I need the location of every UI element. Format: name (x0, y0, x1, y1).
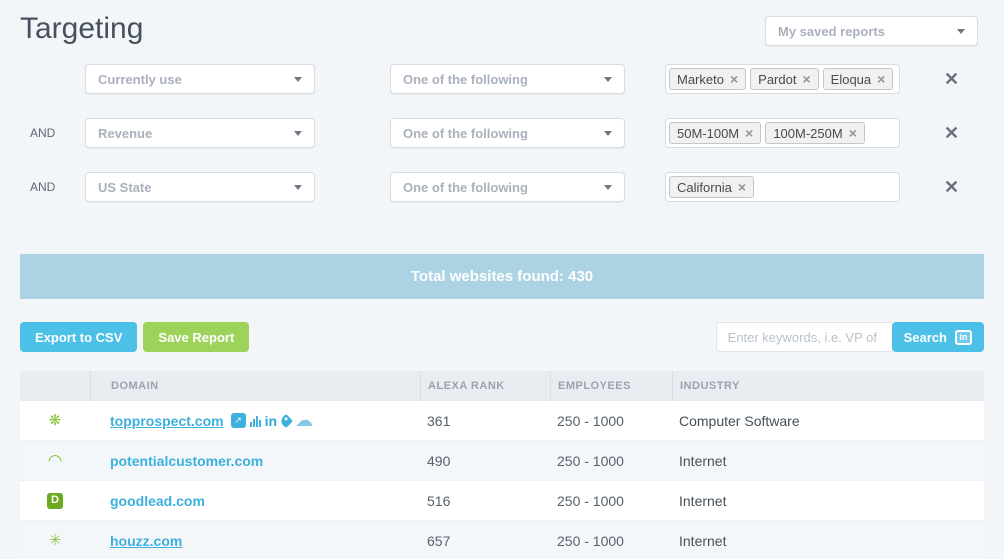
alexa-rank-cell: 516 (420, 493, 550, 509)
employees-cell: 250 - 1000 (550, 533, 672, 549)
filter-operator-dropdown[interactable]: One of the following (390, 64, 625, 94)
saved-reports-label: My saved reports (778, 24, 885, 39)
save-report-button[interactable]: Save Report (143, 322, 249, 352)
domain-link[interactable]: potentialcustomer.com (110, 453, 263, 469)
filter-operator-dropdown[interactable]: One of the following (390, 172, 625, 202)
chevron-down-icon (604, 131, 612, 136)
chevron-down-icon (604, 77, 612, 82)
remove-tag-icon[interactable]: × (730, 72, 738, 86)
industry-column-header: INDUSTRY (672, 371, 984, 401)
domain-link[interactable]: houzz.com (110, 533, 182, 549)
employees-column-header: EMPLOYEES (550, 371, 672, 401)
tag-label: Marketo (677, 72, 724, 87)
filter-tag: Pardot × (750, 68, 819, 90)
industry-cell: Computer Software (672, 413, 984, 429)
employees-cell: 250 - 1000 (550, 453, 672, 469)
salesforce-cloud-icon[interactable]: ☁ (295, 410, 313, 431)
filter-values-input[interactable]: 50M-100M × 100M-250M × (665, 118, 900, 148)
site-favicon: ✳ (46, 532, 64, 550)
filter-values-input[interactable]: California × (665, 172, 900, 202)
filter-field-dropdown[interactable]: Revenue (85, 118, 315, 148)
table-row: ✳ houzz.com 657 250 - 1000 Internet (20, 521, 984, 559)
table-row: D goodlead.com 516 250 - 1000 Internet (20, 481, 984, 521)
targeting-page: Targeting My saved reports Currently use… (0, 0, 1004, 559)
table-header: DOMAIN ALEXA RANK EMPLOYEES INDUSTRY (20, 371, 984, 401)
domain-link[interactable]: goodlead.com (110, 493, 205, 509)
chevron-down-icon (294, 185, 302, 190)
domain-column-header: DOMAIN (90, 371, 420, 401)
favicon-column-header (20, 371, 90, 401)
alexa-rank-column-header: ALEXA RANK (420, 371, 550, 401)
chevron-down-icon (604, 185, 612, 190)
and-label: AND (0, 126, 85, 140)
chevron-down-icon (294, 77, 302, 82)
linkedin-icon: in (955, 330, 972, 345)
filter-field-dropdown[interactable]: Currently use (85, 64, 315, 94)
filter-values-input[interactable]: Marketo × Pardot × Eloqua × (665, 64, 900, 94)
tag-label: 100M-250M (773, 126, 842, 141)
page-title: Targeting (20, 12, 143, 46)
saved-reports-dropdown[interactable]: My saved reports (765, 16, 978, 46)
alexa-rank-cell: 657 (420, 533, 550, 549)
filter-field-label: Currently use (98, 72, 182, 87)
employees-cell: 250 - 1000 (550, 413, 672, 429)
tag-icon[interactable] (279, 413, 293, 427)
remove-tag-icon[interactable]: × (738, 180, 746, 194)
site-quick-links: ↗ in ☁ (231, 410, 313, 431)
actions-bar: Export to CSV Save Report Search in (20, 322, 984, 352)
domain-link[interactable]: topprospect.com (110, 413, 224, 429)
external-link-icon[interactable]: ↗ (231, 413, 246, 428)
alexa-rank-cell: 361 (420, 413, 550, 429)
tag-label: 50M-100M (677, 126, 739, 141)
export-csv-button[interactable]: Export to CSV (20, 322, 137, 352)
bar-chart-icon[interactable] (250, 415, 261, 427)
filter-tag: 50M-100M × (669, 122, 761, 144)
remove-filter-row-button[interactable]: ✕ (944, 124, 959, 142)
linkedin-icon[interactable]: in (265, 413, 277, 429)
site-favicon: D (47, 493, 63, 509)
employees-cell: 250 - 1000 (550, 493, 672, 509)
results-table: DOMAIN ALEXA RANK EMPLOYEES INDUSTRY ❋ t… (20, 371, 984, 559)
remove-filter-row-button[interactable]: ✕ (944, 178, 959, 196)
remove-filter-row-button[interactable]: ✕ (944, 70, 959, 88)
filter-operator-dropdown[interactable]: One of the following (390, 118, 625, 148)
table-row: ❋ topprospect.com ↗ in ☁ 361 250 - 1000 … (20, 401, 984, 441)
top-bar: Targeting My saved reports (0, 0, 1004, 46)
search-button-label: Search (904, 330, 947, 345)
remove-tag-icon[interactable]: × (802, 72, 810, 86)
industry-cell: Internet (672, 493, 984, 509)
filter-builder: Currently use One of the following Marke… (0, 64, 1004, 202)
search-button[interactable]: Search in (892, 322, 984, 352)
remove-tag-icon[interactable]: × (745, 126, 753, 140)
filter-tag: Eloqua × (823, 68, 894, 90)
chevron-down-icon (957, 29, 965, 34)
filter-row-2: AND Revenue One of the following 50M-100… (0, 118, 1004, 148)
table-row: ◠ potentialcustomer.com 490 250 - 1000 I… (20, 441, 984, 481)
filter-field-dropdown[interactable]: US State (85, 172, 315, 202)
remove-tag-icon[interactable]: × (849, 126, 857, 140)
tag-label: California (677, 180, 732, 195)
filter-operator-label: One of the following (403, 180, 528, 195)
filter-tag: California × (669, 176, 754, 198)
alexa-rank-cell: 490 (420, 453, 550, 469)
site-favicon: ❋ (46, 412, 64, 430)
tag-label: Eloqua (831, 72, 871, 87)
remove-tag-icon[interactable]: × (877, 72, 885, 86)
industry-cell: Internet (672, 453, 984, 469)
keyword-search-input[interactable] (716, 322, 892, 352)
filter-operator-label: One of the following (403, 126, 528, 141)
filter-tag: 100M-250M × (765, 122, 865, 144)
and-label: AND (0, 180, 85, 194)
tag-label: Pardot (758, 72, 796, 87)
site-favicon: ◠ (46, 452, 64, 470)
filter-tag: Marketo × (669, 68, 746, 90)
filter-operator-label: One of the following (403, 72, 528, 87)
filter-row-3: AND US State One of the following Califo… (0, 172, 1004, 202)
filter-field-label: US State (98, 180, 151, 195)
filter-row-1: Currently use One of the following Marke… (0, 64, 1004, 94)
filter-field-label: Revenue (98, 126, 152, 141)
chevron-down-icon (294, 131, 302, 136)
results-summary-banner: Total websites found: 430 (20, 254, 984, 299)
industry-cell: Internet (672, 533, 984, 549)
